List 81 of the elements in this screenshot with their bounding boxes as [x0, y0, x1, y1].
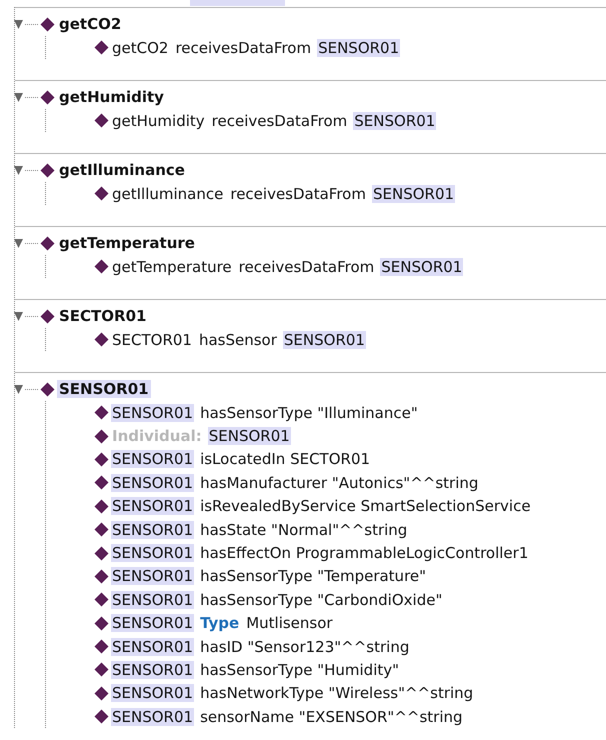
assertion-text: getCO2 — [111, 38, 170, 57]
individual-name[interactable]: getHumidity — [57, 88, 166, 106]
diamond-icon — [94, 522, 109, 538]
assertion-text: receivesDataFrom — [238, 258, 376, 276]
entity-name: SENSOR01 — [111, 684, 194, 702]
assertion-text: hasState "Normal"^^string — [199, 520, 408, 539]
individual-name[interactable]: getIlluminance — [57, 161, 187, 179]
diamond-icon — [94, 475, 109, 490]
entity-name: SENSOR01 — [111, 660, 194, 679]
diamond-icon — [94, 452, 109, 467]
diamond-icon — [94, 428, 109, 444]
diamond-icon — [94, 405, 109, 420]
entity-name: SENSOR01 — [380, 258, 464, 276]
diamond-icon — [40, 382, 55, 396]
assertion-text: getIlluminance — [111, 184, 224, 203]
assertion-text: hasSensorType "CarbondiOxide" — [199, 590, 444, 609]
assertion-text: hasNetworkType "Wireless"^^string — [199, 684, 474, 702]
entity-name: SENSOR01 — [111, 474, 194, 492]
diamond-icon — [94, 616, 109, 631]
diamond-icon — [40, 16, 55, 32]
diamond-icon — [94, 662, 109, 678]
collapse-triangle-icon[interactable] — [14, 166, 23, 174]
assertion-text: hasSensorType "Temperature" — [199, 567, 428, 586]
diamond-icon — [94, 709, 109, 724]
entity-name: SENSOR01 — [317, 38, 400, 57]
collapse-triangle-icon[interactable] — [14, 312, 23, 320]
entity-name: SENSOR01 — [111, 614, 194, 632]
collapse-triangle-icon[interactable] — [14, 92, 23, 102]
assertion-text: receivesDataFrom — [229, 184, 367, 203]
diamond-icon — [40, 308, 55, 324]
assertion-text: SECTOR01 — [111, 330, 193, 349]
diamond-icon — [94, 639, 109, 654]
assertion-text: hasSensorType "Illuminance" — [199, 404, 419, 422]
entity-name: SENSOR01 — [372, 184, 456, 203]
assertion-text: receivesDataFrom — [174, 38, 312, 57]
diamond-icon — [94, 113, 109, 128]
diamond-icon — [40, 236, 55, 250]
diamond-icon — [40, 162, 55, 178]
assertion-text: hasSensorType "Humidity" — [199, 660, 400, 679]
assertion-text: sensorName "EXSENSOR"^^string — [199, 708, 464, 726]
keyword-text: Type — [199, 614, 240, 632]
diamond-icon — [94, 259, 109, 274]
assertion-text: hasEffectOn ProgrammableLogicController1 — [199, 544, 530, 562]
diamond-icon — [94, 40, 109, 56]
entity-name: SENSOR01 — [111, 590, 194, 609]
assertion-text: isLocatedIn SECTOR01 — [199, 450, 372, 468]
entity-name: SENSOR01 — [208, 427, 291, 446]
diamond-icon — [94, 498, 109, 514]
diamond-icon — [40, 90, 55, 104]
entity-name: SENSOR01 — [353, 112, 436, 130]
assertion-text: hasID "Sensor123"^^string — [199, 638, 410, 656]
entity-name: SENSOR01 — [111, 520, 194, 539]
diamond-icon — [94, 186, 109, 202]
diamond-icon — [94, 592, 109, 608]
individual-name[interactable]: SECTOR01 — [57, 307, 148, 325]
individual-name[interactable]: getTemperature — [57, 234, 197, 252]
individual-name[interactable]: SENSOR01 — [57, 380, 151, 398]
assertion-text: getTemperature — [111, 258, 233, 276]
individual-name[interactable]: getCO2 — [57, 15, 124, 33]
entity-name: SENSOR01 — [111, 497, 194, 516]
collapse-triangle-icon[interactable] — [14, 384, 23, 394]
entity-name: SENSOR01 — [111, 638, 194, 656]
entity-name: SENSOR01 — [282, 330, 366, 349]
diamond-icon — [94, 686, 109, 701]
diamond-icon — [94, 332, 109, 348]
entity-name: SENSOR01 — [111, 708, 194, 726]
assertion-text: receivesDataFrom — [210, 112, 348, 130]
collapse-triangle-icon[interactable] — [14, 20, 23, 28]
entity-name: SENSOR01 — [111, 404, 194, 422]
assertion-text: Mutlisensor — [245, 614, 334, 632]
entity-name: SENSOR01 — [111, 567, 194, 586]
entity-name: SENSOR01 — [111, 450, 194, 468]
assertion-text: isRevealedByService SmartSelectionService — [199, 497, 532, 516]
diamond-icon — [94, 546, 109, 561]
assertion-text: hasSensor — [198, 330, 278, 349]
assertion-text: getHumidity — [111, 112, 206, 130]
assertion-text: hasManufacturer "Autonics"^^string — [199, 474, 480, 492]
entity-name: SENSOR01 — [111, 544, 194, 562]
diamond-icon — [94, 568, 109, 584]
collapse-triangle-icon[interactable] — [14, 238, 23, 248]
label-text: Individual: — [111, 427, 203, 446]
